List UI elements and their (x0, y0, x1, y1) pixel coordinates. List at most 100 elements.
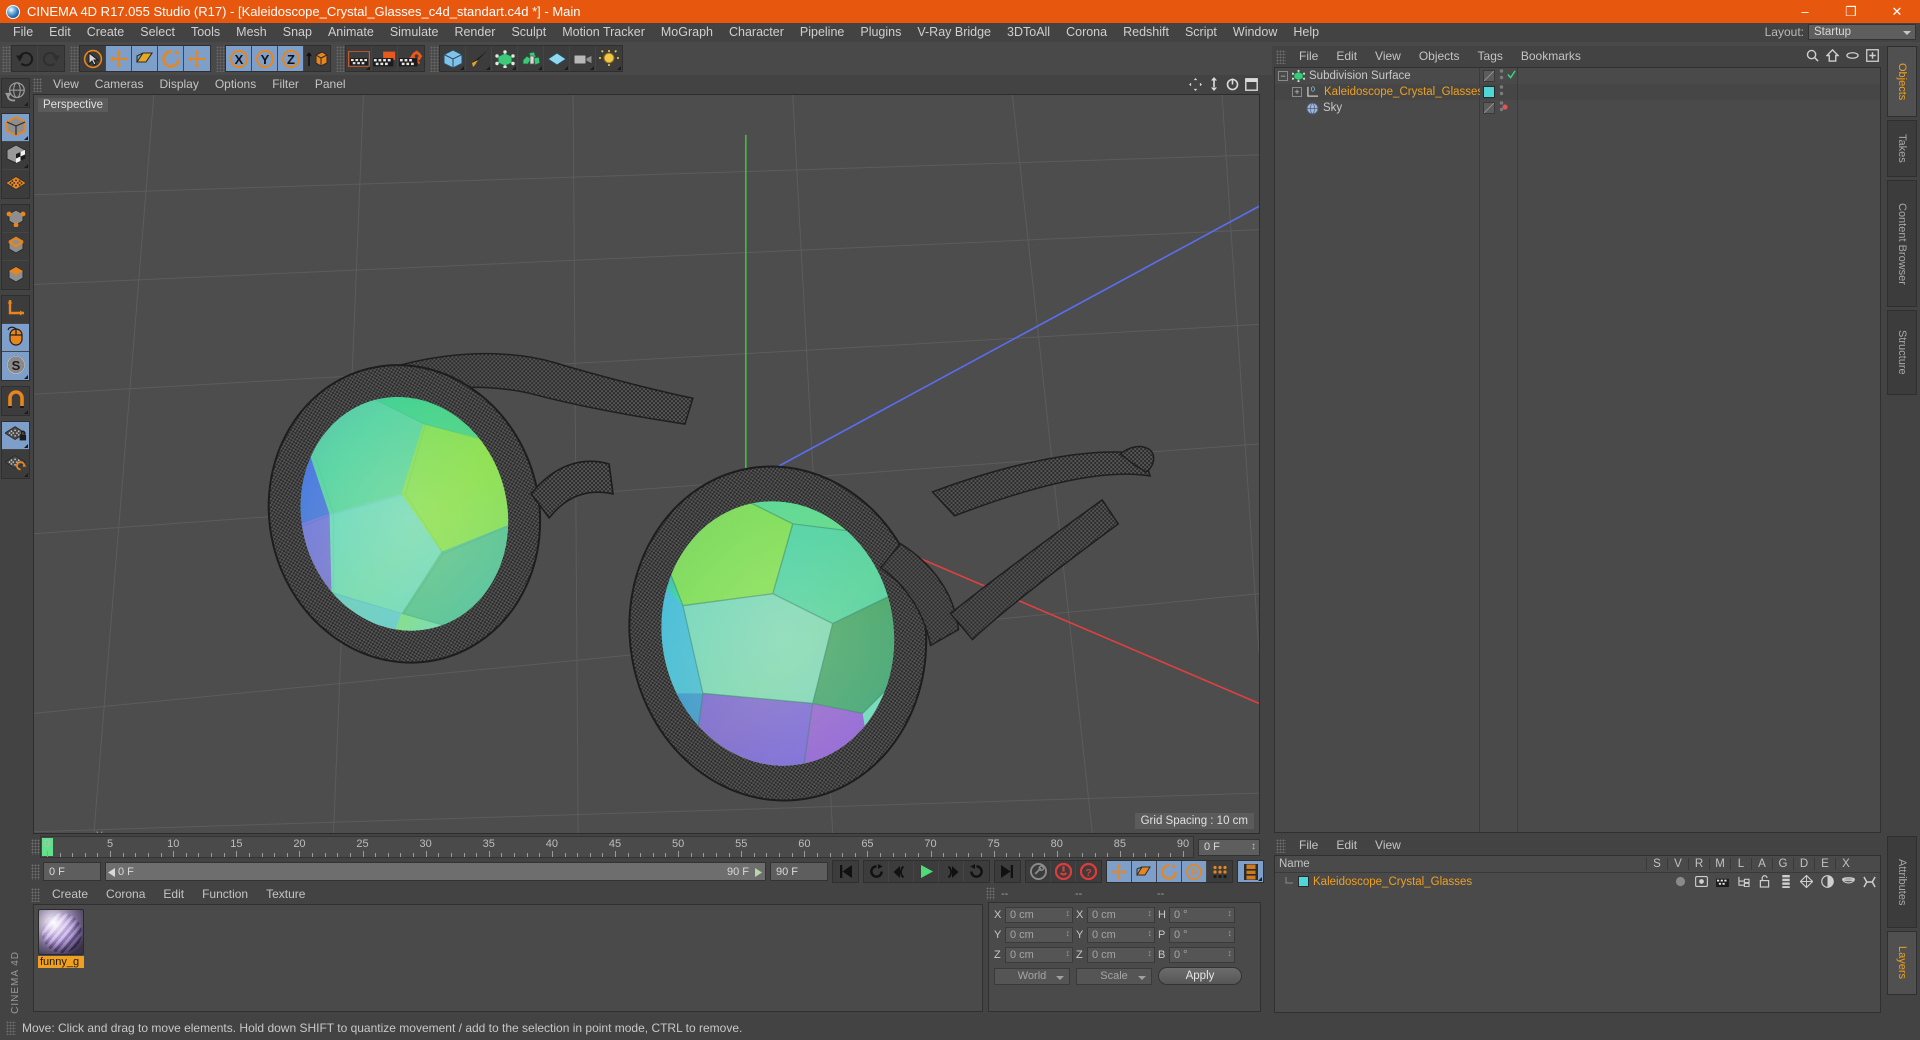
light-button[interactable] (596, 46, 622, 71)
object-tree-body[interactable]: − Subdivision Surface +0 Kaleidoscope_Cryst… (1274, 67, 1881, 833)
coord-input-size-x[interactable]: 0 cm (1087, 907, 1155, 923)
panel-grip-icon[interactable] (1276, 49, 1286, 64)
generator-button[interactable] (492, 46, 518, 71)
step-forward-keyframe-button[interactable] (964, 861, 989, 882)
layer-menu-edit[interactable]: Edit (1327, 836, 1366, 855)
material-item[interactable]: funny_g (38, 909, 84, 968)
redo-button[interactable] (38, 46, 64, 71)
layer-cell-e[interactable] (1838, 876, 1859, 887)
layer-column-m[interactable]: M (1709, 858, 1730, 870)
object-tag-row[interactable] (1480, 84, 1517, 100)
lock-z-button[interactable]: Z (278, 46, 304, 71)
panel-grip-icon[interactable] (33, 77, 42, 92)
layer-cell-r[interactable] (1712, 876, 1733, 887)
visibility-dots-icon[interactable] (1499, 84, 1504, 100)
object-menu-file[interactable]: File (1290, 46, 1327, 67)
polygon-axis-button[interactable] (2, 170, 29, 198)
viewport-menu-panel[interactable]: Panel (307, 75, 354, 94)
keyframe-selection-button[interactable]: ? (1076, 861, 1101, 882)
coord-input-rot-b[interactable]: 0 ° (1169, 947, 1235, 963)
menu-item-animate[interactable]: Animate (320, 23, 382, 42)
move-alt-button[interactable] (184, 46, 210, 71)
timeline-window-button[interactable] (1238, 861, 1263, 882)
menu-item-render[interactable]: Render (446, 23, 503, 42)
points-mode-button[interactable] (2, 205, 29, 233)
material-name[interactable]: funny_g (38, 956, 84, 968)
scale-button[interactable] (132, 46, 158, 71)
panel-grip-icon[interactable] (31, 887, 40, 902)
material-menu-function[interactable]: Function (193, 885, 257, 904)
max-frame-field[interactable]: 90 F (770, 862, 828, 881)
object-name-label[interactable]: Subdivision Surface (1309, 70, 1411, 82)
layer-color-swatch[interactable] (1298, 876, 1309, 887)
viewport-pan-icon[interactable] (1189, 77, 1202, 91)
layer-cell-l[interactable] (1754, 875, 1775, 888)
cube-primitive-button[interactable] (440, 46, 466, 71)
menu-item-motion-tracker[interactable]: Motion Tracker (554, 23, 653, 42)
viewport-dolly-icon[interactable] (1208, 77, 1220, 91)
coord-input-pos-z[interactable]: 0 cm (1005, 947, 1073, 963)
menu-item-plugins[interactable]: Plugins (852, 23, 909, 42)
object-name-label[interactable]: Kaleidoscope_Crystal_Glasses (1324, 86, 1483, 98)
camera-button[interactable] (570, 46, 596, 71)
workplane-align-button[interactable] (2, 450, 29, 478)
layer-column-r[interactable]: R (1688, 858, 1709, 870)
layer-cell-v[interactable] (1691, 876, 1712, 887)
dock-tab-objects[interactable]: Objects (1887, 46, 1917, 117)
layer-column-v[interactable]: V (1667, 858, 1688, 870)
model-mode-button[interactable] (2, 114, 29, 142)
layer-column-g[interactable]: G (1772, 858, 1793, 870)
layer-cell-d[interactable] (1817, 875, 1838, 888)
panel-grip-icon[interactable] (1276, 838, 1286, 853)
play-button[interactable] (914, 861, 939, 882)
menu-item-mograph[interactable]: MoGraph (653, 23, 721, 42)
object-menu-tags[interactable]: Tags (1469, 46, 1512, 67)
material-menu-edit[interactable]: Edit (154, 885, 193, 904)
material-tag-icon[interactable] (1483, 86, 1495, 98)
toolbar-grip-icon[interactable] (2, 45, 11, 72)
apply-button[interactable]: Apply (1158, 967, 1242, 985)
toolbar-grip-icon[interactable] (430, 45, 439, 72)
table-row[interactable]: Kaleidoscope_Crystal_Glasses (1275, 873, 1880, 890)
dock-tab-layers[interactable]: Layers (1887, 931, 1917, 995)
spline-pen-button[interactable] (466, 46, 492, 71)
layer-column-a[interactable]: A (1751, 858, 1772, 870)
undo-button[interactable] (12, 46, 38, 71)
layout-dropdown[interactable]: Startup (1808, 24, 1916, 40)
object-tree-row[interactable]: +0 Kaleidoscope_Crystal_Glasses (1275, 84, 1483, 100)
menu-item-edit[interactable]: Edit (41, 23, 79, 42)
collapse-minus-icon[interactable]: − (1278, 71, 1288, 81)
coord-input-pos-x[interactable]: 0 cm (1005, 907, 1073, 923)
menu-item-select[interactable]: Select (132, 23, 183, 42)
render-picture-viewer-button[interactable] (372, 46, 398, 71)
object-menu-view[interactable]: View (1366, 46, 1410, 67)
layer-row-name-cell[interactable]: Kaleidoscope_Crystal_Glasses (1275, 876, 1670, 888)
maximize-button[interactable]: ❐ (1828, 0, 1874, 23)
record-active-objects-button[interactable] (1026, 861, 1051, 882)
menu-item-3dtoall[interactable]: 3DToAll (999, 23, 1058, 42)
dock-tab-takes[interactable]: Takes (1887, 120, 1917, 177)
timeline-ruler[interactable]: 0 5 10 15 20 25 30 35 40 45 50 55 60 65 70 75 80 85 90 (40, 836, 1194, 858)
material-menu-texture[interactable]: Texture (257, 885, 314, 904)
menu-item-sculpt[interactable]: Sculpt (503, 23, 554, 42)
material-list[interactable]: funny_g (33, 904, 983, 1012)
coordinate-system-dropdown[interactable]: World (994, 967, 1070, 985)
viewport-menu-view[interactable]: View (45, 75, 87, 94)
layer-column-l[interactable]: L (1730, 858, 1751, 870)
menu-item-v-ray-bridge[interactable]: V-Ray Bridge (909, 23, 999, 42)
go-to-end-button[interactable] (995, 861, 1020, 882)
viewport-menu-cameras[interactable]: Cameras (87, 75, 152, 94)
layer-cell-m[interactable] (1733, 876, 1754, 887)
menu-item-script[interactable]: Script (1177, 23, 1225, 42)
key-param-button[interactable]: P (1182, 861, 1207, 882)
render-settings-button[interactable] (398, 46, 424, 71)
object-tree-row[interactable]: − Subdivision Surface (1275, 68, 1479, 84)
object-menu-edit[interactable]: Edit (1327, 46, 1366, 67)
autokeying-button[interactable] (1051, 861, 1076, 882)
preview-range-slider[interactable]: 0 F 90 F (105, 862, 766, 881)
viewport-menu-filter[interactable]: Filter (264, 75, 307, 94)
object-menu-bookmarks[interactable]: Bookmarks (1512, 46, 1590, 67)
lock-y-button[interactable]: Y (252, 46, 278, 71)
dock-tab-content-browser[interactable]: Content Browser (1887, 180, 1917, 307)
minimize-button[interactable]: – (1782, 0, 1828, 23)
